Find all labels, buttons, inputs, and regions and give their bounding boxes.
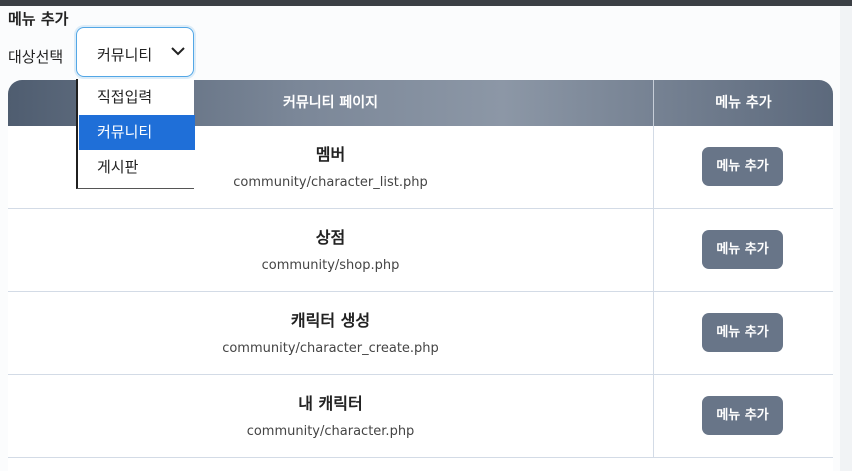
page-path: community/character.php [246, 424, 415, 439]
dropdown-option-board[interactable]: 게시판 [79, 150, 195, 185]
page-path: community/character_create.php [222, 341, 439, 356]
add-menu-button[interactable]: 메뉴 추가 [702, 230, 783, 269]
table-row: 내 캐릭터 community/character.php 메뉴 추가 [8, 375, 833, 458]
column-divider [653, 209, 654, 292]
page-name: 내 캐릭터 [298, 394, 363, 413]
dropdown-option-community[interactable]: 커뮤니티 [79, 115, 195, 150]
menu-add-modal: 메뉴 추가 대상선택 커뮤니티 커뮤니티 페이지 메뉴 추가 멤버 commun… [0, 6, 840, 471]
dropdown-option-direct-input[interactable]: 직접입력 [79, 80, 195, 115]
add-menu-button[interactable]: 메뉴 추가 [702, 147, 783, 186]
table-row: 캐릭터 생성 community/character_create.php 메뉴… [8, 292, 833, 375]
column-divider [653, 126, 654, 209]
modal-title: 메뉴 추가 [8, 10, 69, 28]
scroll-gutter [840, 6, 852, 471]
page-name: 상점 [315, 228, 346, 247]
header-menu-add: 메뉴 추가 [653, 80, 833, 126]
column-divider [653, 375, 654, 458]
table-row: 상점 community/shop.php 메뉴 추가 [8, 209, 833, 292]
page-path: community/shop.php [261, 258, 400, 273]
chevron-down-icon [171, 47, 185, 56]
column-divider [653, 292, 654, 375]
add-menu-button[interactable]: 메뉴 추가 [702, 396, 783, 435]
page-name: 캐릭터 생성 [290, 311, 371, 330]
target-select[interactable]: 커뮤니티 [76, 27, 194, 77]
add-menu-button[interactable]: 메뉴 추가 [702, 313, 783, 352]
target-select-label: 대상선택 [8, 48, 64, 66]
target-select-value: 커뮤니티 [97, 46, 153, 64]
target-select-dropdown: 직접입력 커뮤니티 게시판 [76, 79, 195, 189]
